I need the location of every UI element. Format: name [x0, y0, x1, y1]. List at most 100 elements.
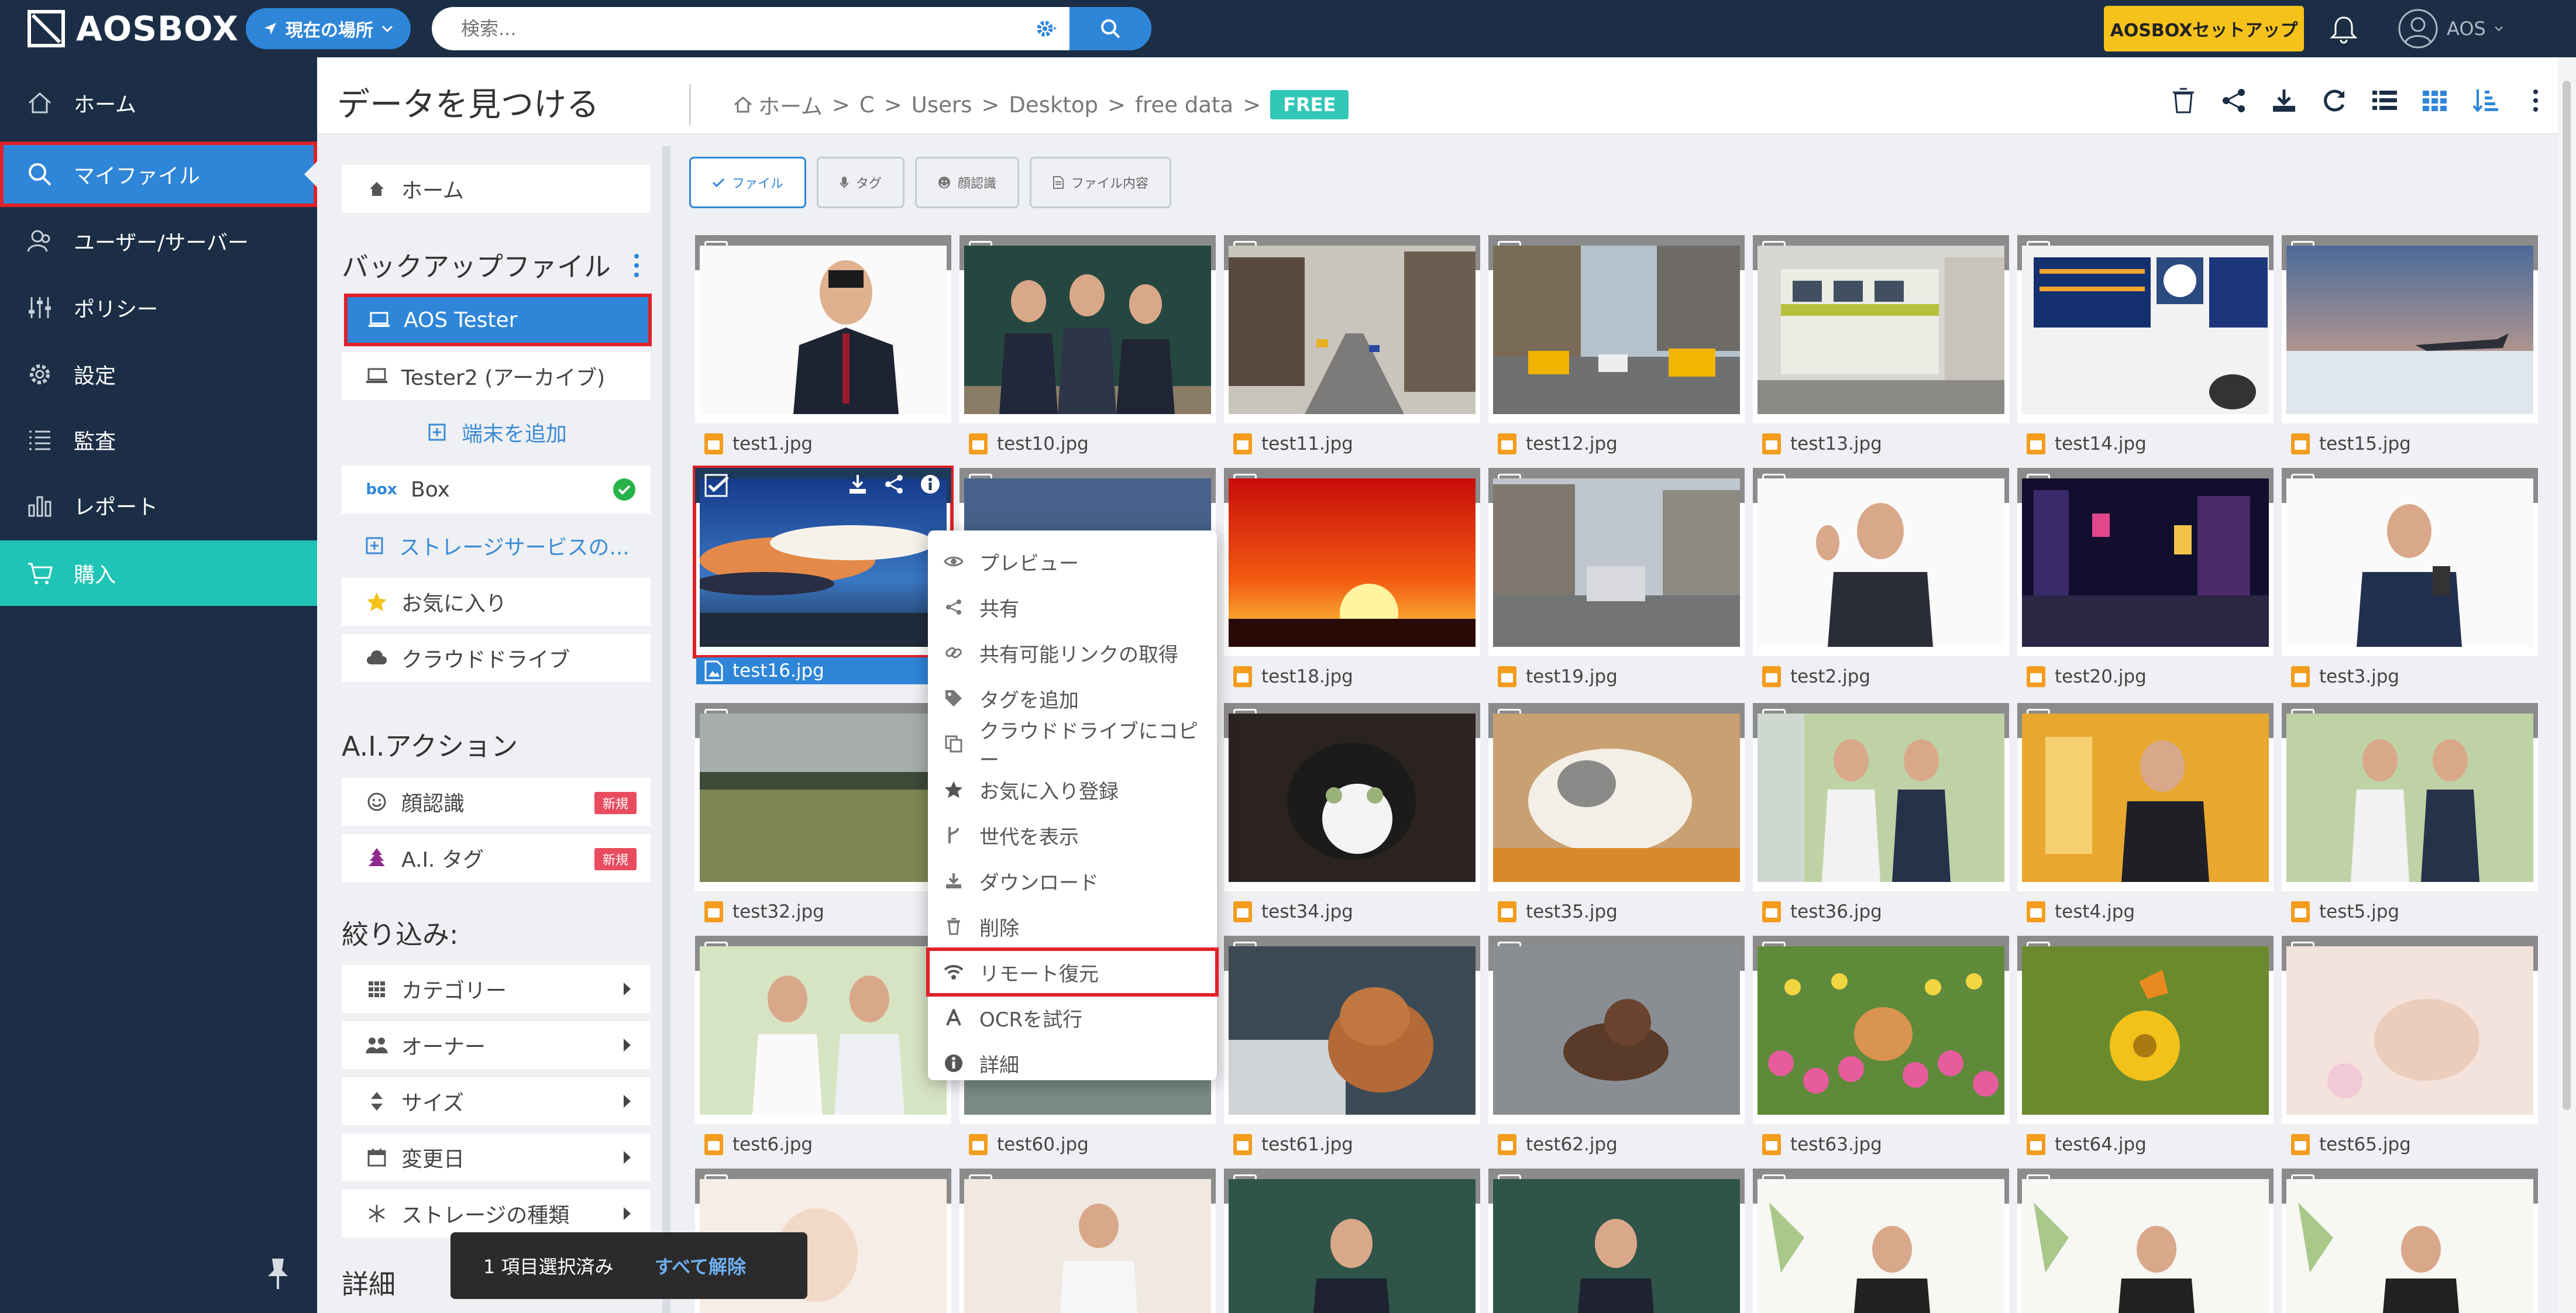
file-tile[interactable]	[959, 235, 1216, 423]
filter-storage-type[interactable]: ストレージの種類	[342, 1190, 651, 1238]
add-storage-link[interactable]: ストレージサービスの...	[342, 522, 651, 570]
file-tile[interactable]	[959, 1169, 1216, 1313]
list-view-button[interactable]	[2369, 85, 2400, 116]
device-aos-tester[interactable]: AOS Tester	[344, 294, 652, 346]
file-name[interactable]: test32.jpg	[704, 898, 824, 925]
file-name[interactable]: test11.jpg	[1233, 430, 1353, 457]
breadcrumb-c[interactable]: C	[859, 92, 875, 118]
file-tile[interactable]	[695, 235, 951, 423]
menu-item-get-link[interactable]: 共有可能リンクの取得	[928, 630, 1217, 676]
file-name[interactable]: test12.jpg	[1498, 430, 1618, 457]
nav-item-report[interactable]: レポート	[0, 473, 317, 538]
filter-size[interactable]: サイズ	[342, 1077, 651, 1125]
file-name[interactable]: test36.jpg	[1762, 898, 1882, 925]
tab-file-content[interactable]: ファイル内容	[1030, 157, 1172, 208]
current-location-button[interactable]: 現在の場所	[246, 8, 411, 49]
file-tile[interactable]	[1488, 703, 1745, 891]
file-tile[interactable]	[1753, 235, 2009, 423]
file-name[interactable]: test64.jpg	[2027, 1131, 2147, 1158]
storage-box[interactable]: box Box	[342, 466, 651, 514]
file-tile[interactable]	[1488, 1169, 1745, 1313]
file-tile[interactable]	[1488, 936, 1745, 1124]
file-tile[interactable]	[1488, 235, 1745, 423]
tab-face-recognition[interactable]: 顔認識	[915, 157, 1020, 208]
share-button[interactable]	[2219, 85, 2249, 116]
file-tile-selected[interactable]	[693, 466, 954, 659]
add-device-link[interactable]: 端末を追加	[342, 408, 651, 456]
breadcrumb-home[interactable]: ホーム	[732, 89, 823, 120]
file-tile[interactable]	[1224, 235, 1480, 423]
panel-home[interactable]: ホーム	[342, 165, 651, 213]
file-tile[interactable]	[1224, 1169, 1480, 1313]
sort-button[interactable]	[2470, 85, 2501, 116]
file-tile[interactable]	[1753, 468, 2009, 656]
filter-category[interactable]: カテゴリー	[342, 965, 651, 1013]
search-button[interactable]	[1069, 7, 1151, 50]
file-tile[interactable]	[695, 703, 951, 891]
file-tile[interactable]	[2282, 235, 2538, 423]
main-scrollbar[interactable]	[2558, 57, 2576, 1313]
menu-item-delete[interactable]: 削除	[928, 904, 1217, 949]
menu-item-remote-restore[interactable]: リモート復元	[926, 947, 1219, 997]
download-button[interactable]	[2269, 85, 2299, 116]
breadcrumb-free-data[interactable]: free data	[1135, 92, 1233, 118]
device-tester2[interactable]: Tester2 (アーカイブ)	[342, 352, 651, 400]
file-tile[interactable]	[2282, 703, 2538, 891]
menu-item-versions[interactable]: 世代を表示	[928, 812, 1217, 858]
panel-ai-tag[interactable]: A.I. タグ 新規	[342, 834, 651, 882]
file-name[interactable]: test4.jpg	[2027, 898, 2135, 925]
file-tile[interactable]	[1224, 468, 1480, 656]
file-tile[interactable]	[2282, 468, 2538, 656]
file-name[interactable]: test15.jpg	[2291, 430, 2411, 457]
nav-item-policy[interactable]: ポリシー	[0, 275, 317, 340]
refresh-button[interactable]	[2319, 85, 2350, 116]
filter-owner[interactable]: オーナー	[342, 1021, 651, 1069]
file-name[interactable]: test5.jpg	[2291, 898, 2399, 925]
file-name[interactable]: test20.jpg	[2027, 663, 2147, 690]
grid-view-button[interactable]	[2420, 85, 2450, 116]
bell-icon[interactable]	[2327, 13, 2360, 46]
nav-item-purchase[interactable]: 購入	[0, 540, 317, 606]
file-name[interactable]: test34.jpg	[1233, 898, 1353, 925]
file-tile[interactable]	[2282, 936, 2538, 1124]
file-tile[interactable]	[1753, 1169, 2009, 1313]
file-tile[interactable]	[1753, 936, 2009, 1124]
menu-item-download[interactable]: ダウンロード	[928, 858, 1217, 904]
file-tile[interactable]	[1753, 703, 2009, 891]
side-panel-scrollbar[interactable]	[662, 146, 670, 1313]
search-input[interactable]	[432, 7, 1023, 50]
user-menu[interactable]: AOS	[2398, 6, 2503, 51]
file-name[interactable]: test19.jpg	[1498, 663, 1618, 690]
nav-item-audit[interactable]: 監査	[0, 407, 317, 473]
nav-item-my-files[interactable]: マイファイル	[0, 142, 317, 207]
more-options-button[interactable]	[2520, 85, 2551, 116]
file-name[interactable]: test14.jpg	[2027, 430, 2147, 457]
file-name[interactable]: test65.jpg	[2291, 1131, 2411, 1158]
file-tile[interactable]	[2017, 703, 2274, 891]
tab-tag[interactable]: タグ	[817, 157, 905, 208]
menu-item-ocr[interactable]: OCRを試行	[928, 995, 1217, 1040]
file-tile[interactable]	[1224, 936, 1480, 1124]
file-name[interactable]: test60.jpg	[969, 1131, 1089, 1158]
kebab-menu-icon[interactable]	[633, 251, 640, 280]
file-tile[interactable]	[1488, 468, 1745, 656]
logo[interactable]: AOSBOX	[27, 8, 239, 49]
tab-file[interactable]: ファイル	[689, 157, 807, 208]
file-name[interactable]: test2.jpg	[1762, 663, 1870, 690]
file-tile[interactable]	[1224, 703, 1480, 891]
menu-item-details[interactable]: 詳細	[928, 1040, 1217, 1086]
panel-favorites[interactable]: お気に入り	[342, 578, 651, 626]
search-settings-button[interactable]	[1023, 7, 1069, 50]
file-name[interactable]: test63.jpg	[1762, 1131, 1882, 1158]
file-name[interactable]: test62.jpg	[1498, 1131, 1618, 1158]
nav-item-users-servers[interactable]: ユーザー/サーバー	[0, 208, 317, 274]
file-tile[interactable]	[2017, 936, 2274, 1124]
breadcrumb-users[interactable]: Users	[912, 92, 972, 118]
menu-item-add-tag[interactable]: タグを追加	[928, 676, 1217, 721]
menu-item-share[interactable]: 共有	[928, 584, 1217, 630]
file-name[interactable]: test3.jpg	[2291, 663, 2399, 690]
file-tile[interactable]	[2017, 235, 2274, 423]
download-icon[interactable]	[847, 474, 868, 495]
menu-item-copy-to-cloud[interactable]: クラウドドライブにコピー	[928, 720, 1217, 772]
file-name[interactable]: test13.jpg	[1762, 430, 1882, 457]
